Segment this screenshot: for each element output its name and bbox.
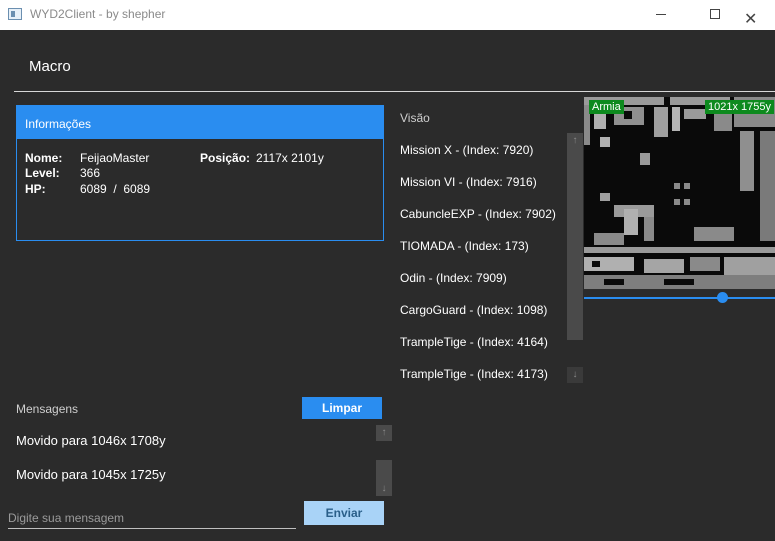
hp-label: HP: (25, 182, 46, 196)
minimize-button[interactable] (638, 0, 684, 30)
map-coords-label: 1021x 1755y (705, 100, 774, 114)
close-icon: ✕ (744, 11, 758, 28)
position-value: 2117x 2101y (256, 151, 324, 165)
level-value: 366 (80, 166, 101, 180)
header-divider (14, 91, 775, 92)
message-item: Movido para 1046x 1708y (16, 433, 166, 448)
minimap-terrain (584, 97, 775, 289)
messages-scroll-down-icon[interactable]: ↓ (376, 483, 392, 494)
window-title: WYD2Client - by shepher (30, 7, 166, 21)
vision-title: Visão (400, 111, 430, 125)
messages-title: Mensagens (16, 402, 79, 416)
info-panel-title: Informações (25, 117, 92, 131)
vision-item[interactable]: Mission X - (Index: 7920) (400, 143, 533, 157)
maximize-icon (710, 9, 720, 19)
map-region-label: Armia (589, 100, 624, 114)
info-panel-header: Informações (17, 106, 383, 139)
zoom-slider-thumb[interactable] (717, 292, 728, 303)
vision-item[interactable]: TIOMADA - (Index: 173) (400, 239, 529, 253)
name-label: Nome: (25, 151, 63, 165)
zoom-slider-track[interactable] (584, 297, 775, 299)
scroll-up-icon[interactable]: ↑ (567, 133, 583, 149)
vision-item[interactable]: TrampleTige - (Index: 4173) (400, 367, 548, 381)
send-button[interactable]: Enviar (304, 501, 384, 525)
scroll-down-icon[interactable]: ↓ (567, 367, 583, 383)
tab-macro[interactable]: Macro (29, 58, 71, 75)
title-bar: WYD2Client - by shepher ✕ (0, 0, 775, 30)
level-label: Level: (25, 166, 60, 180)
messages-scrollbar[interactable]: ↓ (376, 460, 392, 496)
vision-item[interactable]: CabuncleEXP - (Index: 7902) (400, 207, 556, 221)
info-panel: Informações Nome: FeijaoMaster Posição: … (16, 105, 384, 241)
minimap[interactable]: Armia 1021x 1755y (584, 97, 775, 289)
name-value: FeijaoMaster (80, 151, 150, 165)
minimize-icon (656, 14, 666, 15)
vision-item[interactable]: CargoGuard - (Index: 1098) (400, 303, 547, 317)
hp-value: 6089 / 6089 (80, 182, 151, 196)
message-item: Movido para 1045x 1725y (16, 467, 166, 482)
message-input[interactable] (8, 508, 296, 529)
clear-button[interactable]: Limpar (302, 397, 382, 419)
vision-scrollbar[interactable]: ↑ (567, 133, 583, 340)
vision-item[interactable]: Odin - (Index: 7909) (400, 271, 507, 285)
app-icon (8, 8, 22, 20)
close-button[interactable]: ✕ (730, 0, 775, 30)
vision-item[interactable]: Mission VI - (Index: 7916) (400, 175, 537, 189)
vision-item[interactable]: TrampleTige - (Index: 4164) (400, 335, 548, 349)
position-label: Posição: (200, 151, 251, 165)
messages-scroll-up-icon[interactable]: ↑ (376, 425, 392, 441)
